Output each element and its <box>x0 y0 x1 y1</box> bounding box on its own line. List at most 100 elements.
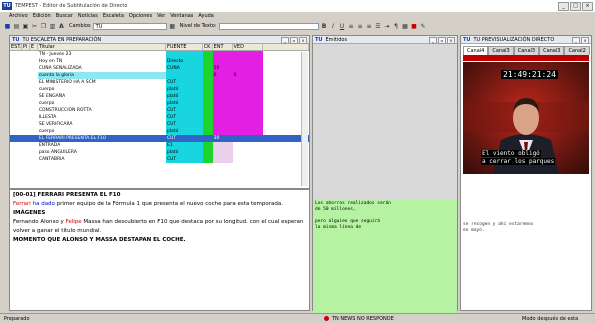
table-row[interactable]: Hoy en TN Directo <box>10 58 309 65</box>
table-row[interactable]: cuenta la gloria 0 0 <box>10 72 309 79</box>
emision-text-area[interactable]: Los ahorros realizados serán de 50 millo… <box>313 199 457 314</box>
ent-cell <box>212 100 233 107</box>
col-e[interactable]: E <box>30 44 38 50</box>
menu-buscar[interactable]: Buscar <box>56 13 73 19</box>
ved-cell <box>232 65 264 72</box>
ved-cell <box>232 114 264 121</box>
underline-icon[interactable]: U <box>339 23 346 30</box>
status-cell <box>10 86 22 93</box>
fuente-cell: plató <box>165 93 203 100</box>
menu-noticias[interactable]: Noticias <box>78 13 98 19</box>
paragraph-icon[interactable]: ¶ <box>393 23 400 30</box>
escaleta-title: TU ESCALETA EN PREPARACIÓN <box>22 36 102 43</box>
table-row[interactable]: paso ANGUILERA plató <box>10 149 309 156</box>
ck-cell <box>202 135 213 142</box>
ent-cell <box>212 107 233 114</box>
open-icon[interactable]: ▤ <box>13 23 20 30</box>
close-button[interactable]: × <box>582 2 593 11</box>
channel-tab[interactable]: Canal4 <box>463 46 489 55</box>
close-panel-button[interactable]: × <box>447 37 455 44</box>
col-ent[interactable]: ENT <box>213 44 233 50</box>
close-panel-button[interactable]: × <box>581 37 589 44</box>
copy-icon[interactable]: ❐ <box>40 23 47 30</box>
subtitle-line-2: a cerrar los parques <box>481 158 556 165</box>
align-center-icon[interactable]: ≡ <box>357 23 364 30</box>
e-cell <box>30 86 38 93</box>
paste-icon[interactable]: ▥ <box>49 23 56 30</box>
menu-escaleta[interactable]: Escaleta <box>103 13 124 19</box>
ck-cell <box>202 100 213 107</box>
table-row[interactable]: ILLESTA CUT <box>10 114 309 121</box>
col-est[interactable]: EST. <box>10 44 22 50</box>
menu-ventanas[interactable]: Ventanas <box>170 13 193 19</box>
pi-cell <box>22 100 30 107</box>
color-icon[interactable]: ■ <box>411 23 418 30</box>
menu-ver[interactable]: Ver <box>157 13 165 19</box>
col-extra[interactable] <box>263 44 309 50</box>
font-icon[interactable]: A <box>58 23 65 30</box>
table-row[interactable]: cuerpo plató <box>10 100 309 107</box>
menu-opciones[interactable]: Opciones <box>129 13 152 19</box>
table-row[interactable]: ENTRADA E1 <box>10 142 309 149</box>
col-fuente[interactable]: FUENTE <box>166 44 203 50</box>
table-row[interactable]: CANTABRIA CUT <box>10 156 309 163</box>
restore-panel-button[interactable]: ▫ <box>290 37 298 44</box>
minimize-button[interactable]: _ <box>558 2 569 11</box>
emision-title: Emitidos <box>325 36 348 43</box>
channel-tab[interactable]: Canal3 <box>488 46 514 55</box>
escaleta-header: TU TU ESCALETA EN PREPARACIÓN _ ▫ × <box>10 36 309 44</box>
ent-cell <box>212 149 233 156</box>
ved-cell <box>232 107 264 114</box>
close-panel-button[interactable]: × <box>299 37 307 44</box>
ck-cell <box>202 142 213 149</box>
fuente-cell: plató <box>165 86 203 93</box>
menu-ayuda[interactable]: Ayuda <box>198 13 213 19</box>
maximize-button[interactable]: □ <box>570 2 581 11</box>
editor-closing: MOMENTO QUE ALONSO Y MASSA DESTAPAN EL C… <box>13 237 186 243</box>
image-icon[interactable]: ▦ <box>169 23 176 30</box>
status-cell <box>10 100 22 107</box>
bold-icon[interactable]: B <box>321 23 328 30</box>
channel-tab[interactable]: Canal3 <box>513 46 540 55</box>
col-titular[interactable]: Titular <box>38 44 166 50</box>
align-left-icon[interactable]: ≡ <box>348 23 355 30</box>
minimize-panel-button[interactable]: _ <box>281 37 289 44</box>
escaleta-columns: EST. Pi E Titular FUENTE CK ENT VED <box>10 44 309 51</box>
italic-icon[interactable]: I <box>330 23 337 30</box>
pen-icon[interactable]: ✎ <box>420 23 427 30</box>
col-ved[interactable]: VED <box>233 44 264 50</box>
table-row[interactable]: CONSTRUCCIÓN ROTTA CUT <box>10 107 309 114</box>
status-cell <box>10 65 22 72</box>
table-row[interactable]: SE VERIFICARÁ CUT <box>10 121 309 128</box>
minimize-panel-button[interactable]: _ <box>429 37 437 44</box>
table-row[interactable]: CUÑA SEÑALIZADA CUÑA 10 <box>10 65 309 72</box>
save-icon[interactable]: ▣ <box>22 23 29 30</box>
status-cell <box>10 135 22 142</box>
channel-tab[interactable]: Canal3 <box>539 46 565 55</box>
indent-icon[interactable]: ⇥ <box>384 23 391 30</box>
col-pi[interactable]: Pi <box>22 44 30 50</box>
logo-small-icon[interactable]: ■ <box>4 23 11 30</box>
list-icon[interactable]: ☰ <box>375 23 382 30</box>
cut-icon[interactable]: ✂ <box>31 23 38 30</box>
tv-title: TU PREVISUALIZACIÓN DIRECTO <box>473 36 555 43</box>
table-icon[interactable]: ▦ <box>402 23 409 30</box>
minimize-panel-button[interactable]: _ <box>572 37 580 44</box>
channel-tab[interactable]: Canal2 <box>564 46 590 55</box>
table-row[interactable]: EL MINISTERIO HA A SCM CUT <box>10 79 309 86</box>
nivel-combo[interactable] <box>218 22 319 30</box>
vertical-scrollbar[interactable] <box>301 52 308 186</box>
news-editor[interactable]: [00-01] FERRARI PRESENTA EL F10 Ferrari … <box>10 190 309 246</box>
menu-archivo[interactable]: Archivo <box>9 13 28 19</box>
menu-edicion[interactable]: Edición <box>33 13 51 19</box>
table-row[interactable]: EL FERRARI PRESENTA EL F10 CUT 30 <box>10 135 309 142</box>
align-right-icon[interactable]: ≡ <box>366 23 373 30</box>
table-row[interactable]: TN - Jueves 23 <box>10 51 309 58</box>
table-row[interactable]: cuerpo plató <box>10 86 309 93</box>
restore-panel-button[interactable]: ▫ <box>438 37 446 44</box>
col-ck[interactable]: CK <box>203 44 213 50</box>
tv-notes: se recogen y ahí estaremos en mayo. <box>463 222 589 234</box>
table-row[interactable]: cuerpo plató <box>10 128 309 135</box>
table-row[interactable]: SE ENGAÑA plató <box>10 93 309 100</box>
cambios-combo[interactable]: TU <box>92 22 167 30</box>
